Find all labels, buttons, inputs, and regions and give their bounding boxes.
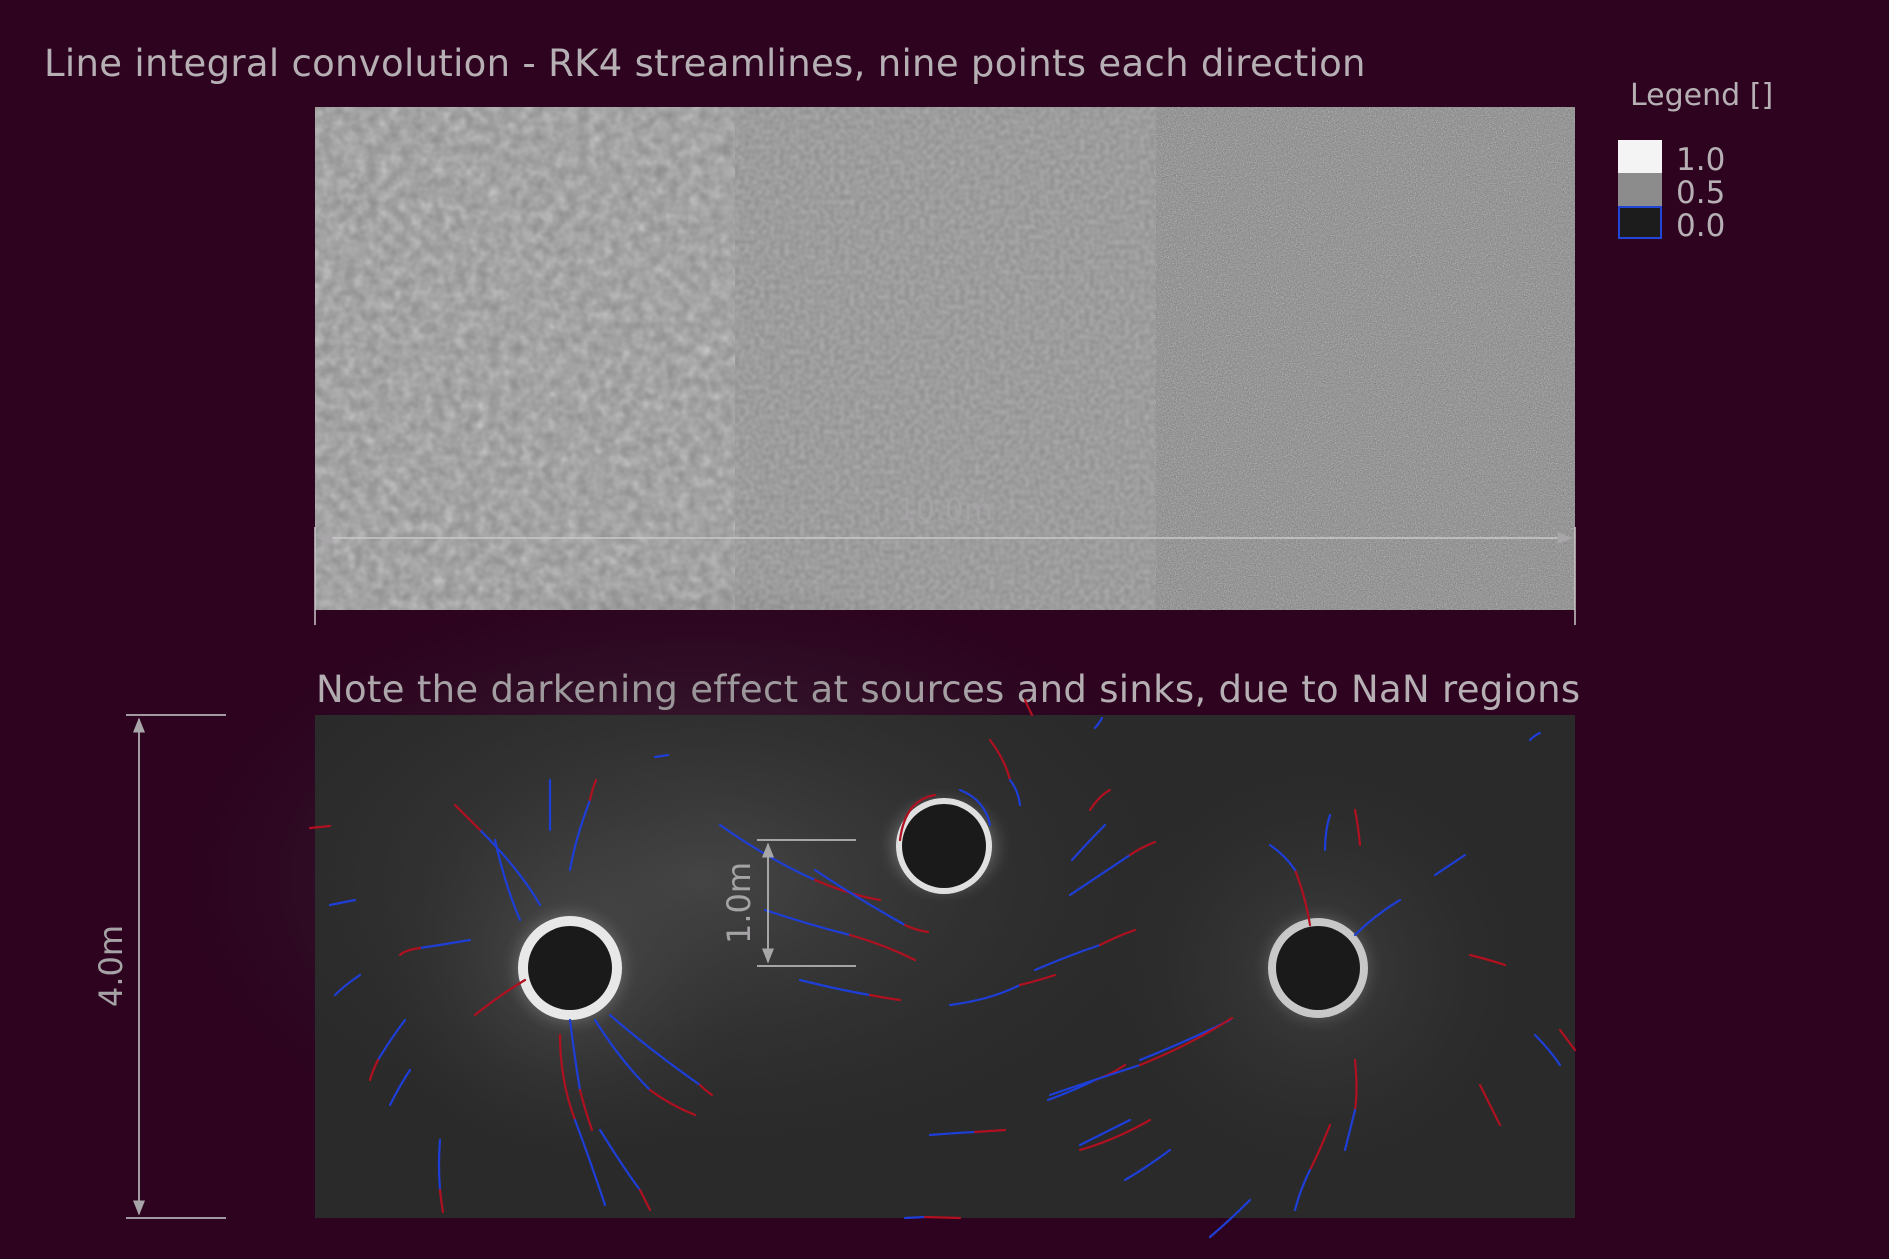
- source-hole-center: [874, 786, 1014, 906]
- width-dimension-label: 10.0m: [897, 493, 993, 528]
- source-hole-right: [1250, 900, 1386, 1036]
- streamline: [923, 1215, 962, 1220]
- height-dimension-label: 4.0m: [92, 925, 130, 1007]
- hole-dimension-label: 1.0m: [720, 862, 758, 944]
- lic-top-panel: [315, 107, 1575, 610]
- streamline: [437, 1138, 442, 1192]
- figure-canvas: 10.0m 1.0m 4.0m: [92, 107, 1577, 1239]
- streamline: [903, 1215, 927, 1220]
